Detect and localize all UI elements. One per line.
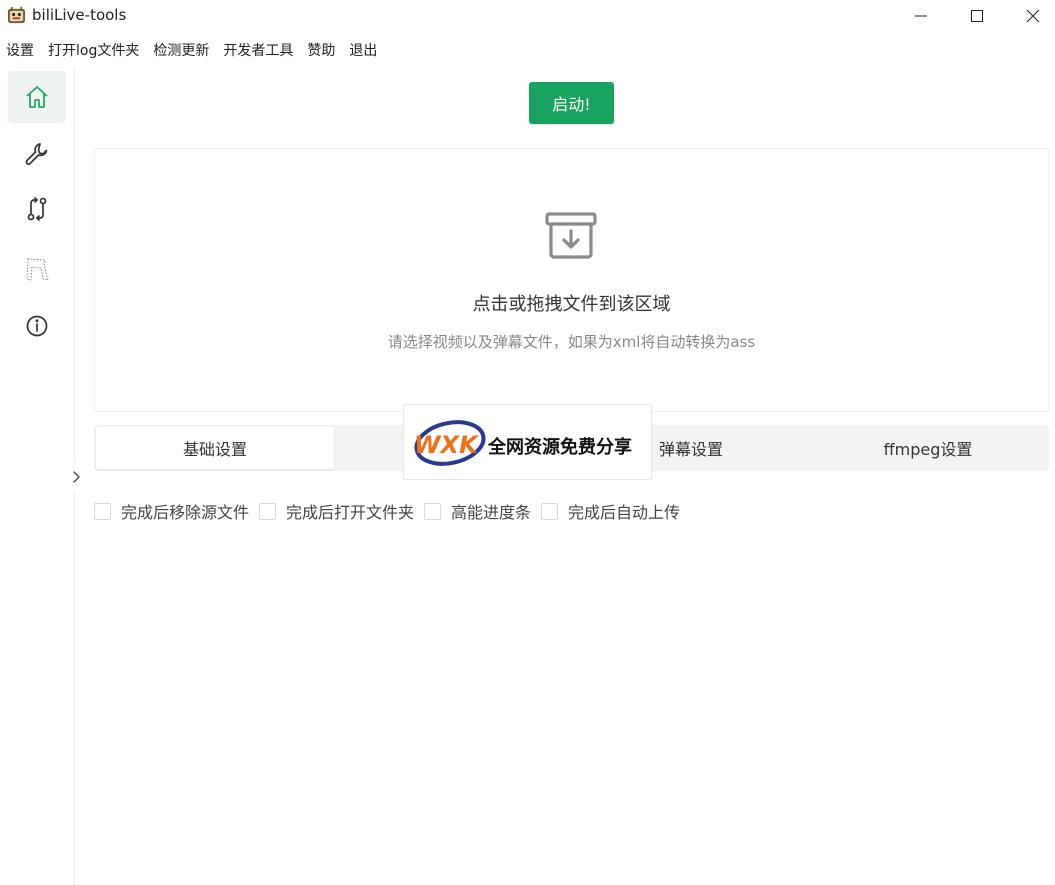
close-button[interactable]: [1005, 0, 1055, 32]
sidebar-item-home[interactable]: [8, 71, 66, 123]
minimize-button[interactable]: [893, 0, 949, 32]
archive-download-icon: [545, 212, 597, 259]
menu-check-update[interactable]: 检测更新: [146, 40, 216, 60]
dotted-shape-icon: [26, 258, 49, 281]
option-label: 完成后自动上传: [568, 503, 681, 522]
menu-bar: 设置 打开log文件夹 检测更新 开发者工具 赞助 退出: [0, 38, 384, 62]
option-progress-bar[interactable]: 高能进度条: [424, 499, 531, 523]
file-dropzone[interactable]: [94, 148, 1049, 412]
close-icon: [1026, 9, 1040, 23]
tab-ffmpeg-settings[interactable]: ffmpeg设置: [809, 427, 1047, 469]
option-label: 高能进度条: [451, 503, 532, 522]
option-auto-upload[interactable]: 完成后自动上传: [541, 499, 680, 523]
tab-basic-settings[interactable]: 基础设置: [96, 427, 334, 469]
start-button[interactable]: 启动!: [529, 82, 614, 124]
checkbox[interactable]: [259, 502, 277, 520]
checkbox[interactable]: [424, 502, 442, 520]
info-icon: [26, 315, 48, 337]
menu-sponsor[interactable]: 赞助: [300, 40, 342, 60]
title-bar: biliLive-tools: [0, 0, 1055, 32]
sidebar-collapse-button[interactable]: [62, 462, 90, 492]
menu-exit[interactable]: 退出: [342, 40, 384, 60]
checkbox[interactable]: [541, 502, 559, 520]
watermark-overlay: WXK 全网资源免费分享: [403, 404, 652, 480]
option-open-folder[interactable]: 完成后打开文件夹: [259, 499, 414, 523]
sidebar-item-tools[interactable]: [8, 128, 66, 180]
menu-dev-tools[interactable]: 开发者工具: [216, 40, 300, 60]
watermark-logo: WXK: [414, 420, 486, 466]
maximize-button[interactable]: [949, 0, 1005, 32]
option-label: 完成后移除源文件: [121, 503, 250, 522]
dropzone-hint: 请选择视频以及弹幕文件，如果为xml将自动转换为ass: [387, 333, 756, 351]
option-remove-source[interactable]: 完成后移除源文件: [94, 499, 249, 523]
chevron-right-icon: [73, 471, 80, 483]
git-compare-icon: [27, 197, 47, 221]
app-logo-icon: [7, 6, 26, 24]
maximize-icon: [971, 10, 983, 22]
menu-settings[interactable]: 设置: [0, 40, 41, 60]
dropzone-title: 点击或拖拽文件到该区域: [472, 294, 671, 315]
minimize-icon: [915, 15, 927, 17]
window-title: biliLive-tools: [32, 6, 127, 24]
watermark-text: 全网资源免费分享: [488, 437, 632, 458]
sidebar-item-info[interactable]: [8, 300, 66, 352]
options-row: 完成后移除源文件 完成后打开文件夹 高能进度条 完成后自动上传: [94, 499, 690, 523]
sidebar-item-compare[interactable]: [8, 183, 66, 235]
svg-text:WXK: WXK: [414, 431, 480, 459]
sidebar-item-dotted[interactable]: [8, 244, 66, 296]
home-icon: [26, 86, 48, 108]
option-label: 完成后打开文件夹: [286, 503, 415, 522]
checkbox[interactable]: [94, 502, 111, 520]
wrench-icon: [25, 143, 48, 165]
menu-open-log-folder[interactable]: 打开log文件夹: [41, 40, 146, 60]
